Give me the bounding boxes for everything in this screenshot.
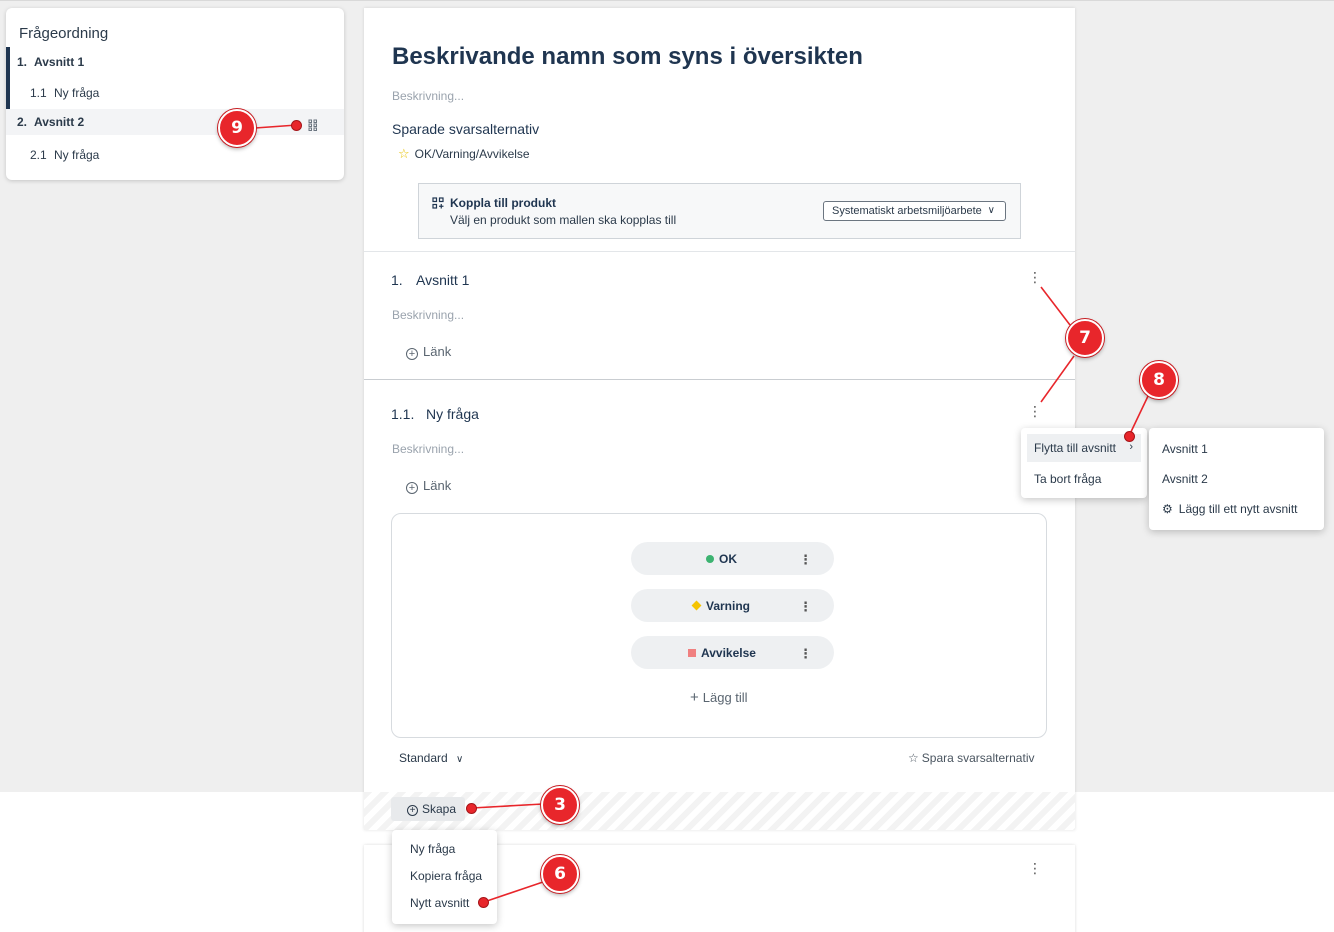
chevron-down-icon: ∨	[987, 205, 995, 216]
answer-label: OK	[719, 552, 737, 566]
question-add-link-button[interactable]: + Länk	[406, 478, 451, 494]
answer-options-box: OK ⋮ Varning ⋮ Avvikelse ⋮ + Lägg till	[391, 513, 1047, 738]
question-description-field[interactable]: Beskrivning...	[392, 442, 464, 456]
create-label: Skapa	[422, 802, 457, 816]
submenu-item-section-2[interactable]: Avsnitt 2	[1162, 472, 1208, 486]
answer-type-label: Standard	[399, 751, 448, 765]
create-menu: Ny fråga Kopiera fråga Nytt avsnitt	[392, 830, 497, 924]
divider	[364, 379, 1075, 380]
drag-handle-icon[interactable]	[308, 119, 318, 131]
save-options-label: Spara svarsalternativ	[921, 751, 1035, 765]
template-editor-card: Beskrivande namn som syns i översikten B…	[364, 8, 1075, 830]
saved-option-item[interactable]: ☆ OK/Varning/Avvikelse	[398, 146, 530, 162]
sidebar-item-section-1[interactable]: 1. Avsnitt 1	[6, 47, 344, 109]
sidebar-item-num: 1.1	[30, 86, 47, 100]
plus-circle-icon: +	[406, 482, 418, 494]
more-icon[interactable]: ⋮	[799, 646, 812, 662]
menu-item-new-section[interactable]: Nytt avsnitt	[410, 896, 469, 910]
sidebar-item-label: Ny fråga	[54, 86, 100, 100]
more-icon[interactable]: ⋮	[799, 599, 812, 615]
answer-option-avvikelse[interactable]: Avvikelse ⋮	[631, 636, 834, 669]
question-order-panel: Frågeordning 1. Avsnitt 1 1.1 Ny fråga 2…	[6, 8, 344, 180]
more-icon[interactable]: ⋮	[799, 552, 812, 568]
add-answer-button[interactable]: + Lägg till	[690, 689, 748, 706]
section-title[interactable]: Avsnitt 1	[416, 272, 469, 288]
answer-type-dropdown[interactable]: Standard ∨	[399, 751, 463, 765]
section-add-link-button[interactable]: + Länk	[406, 344, 451, 360]
answer-label: Avvikelse	[701, 646, 756, 660]
plus-icon: +	[690, 689, 699, 706]
answer-option-ok[interactable]: OK ⋮	[631, 542, 834, 575]
star-icon: ☆	[398, 146, 410, 161]
saved-options-title: Sparade svarsalternativ	[392, 121, 540, 137]
menu-item-copy-question[interactable]: Kopiera fråga	[410, 869, 482, 883]
chevron-right-icon: ›	[1129, 441, 1133, 453]
submenu-item-label: Lägg till ett nytt avsnitt	[1178, 502, 1298, 516]
submenu-item-add-section[interactable]: ⚙ Lägg till ett nytt avsnitt	[1162, 502, 1298, 516]
callout-pin	[466, 803, 477, 814]
question-more-icon[interactable]	[1028, 405, 1040, 419]
create-button[interactable]: + Skapa	[391, 797, 465, 821]
callout-badge: 6	[541, 855, 579, 893]
plus-circle-icon: +	[406, 348, 418, 360]
sidebar-item-num: 1.	[17, 55, 28, 69]
sidebar-item-num: 2.1	[30, 148, 47, 162]
plus-circle-icon: +	[407, 805, 418, 816]
product-select-value: Systematiskt arbetsmiljöarbete	[832, 205, 982, 217]
product-link-box: Koppla till produkt Välj en produkt som …	[418, 183, 1021, 239]
menu-item-label: Flytta till avsnitt	[1034, 441, 1117, 455]
product-select[interactable]: Systematiskt arbetsmiljöarbete ∨	[823, 201, 1006, 221]
callout-pin	[478, 897, 489, 908]
question-number: 1.1.	[391, 406, 415, 422]
answer-option-varning[interactable]: Varning ⋮	[631, 589, 834, 622]
divider	[364, 251, 1075, 252]
section-more-icon[interactable]	[1028, 862, 1040, 876]
link-label: Länk	[423, 344, 452, 359]
section-more-icon[interactable]	[1028, 271, 1040, 285]
callout-badge: 7	[1066, 319, 1104, 357]
chevron-down-icon: ∨	[456, 754, 464, 765]
callout-badge: 8	[1140, 361, 1178, 399]
sidebar-item-question-1-1[interactable]: 1.1 Ny fråga	[6, 78, 344, 109]
green-circle-icon	[706, 555, 714, 563]
menu-item-delete-question[interactable]: Ta bort fråga	[1034, 472, 1101, 486]
section-number: 1.	[391, 272, 403, 288]
save-answer-options-button[interactable]: ☆ Spara svarsalternativ	[908, 751, 1034, 765]
link-label: Länk	[423, 478, 452, 493]
callout-badge: 9	[218, 109, 256, 147]
gear-icon: ⚙	[1162, 502, 1173, 516]
callout-badge: 3	[541, 786, 579, 824]
yellow-diamond-icon	[691, 600, 702, 611]
callout-pin	[291, 120, 302, 131]
move-to-section-submenu: Avsnitt 1 Avsnitt 2 ⚙ Lägg till ett nytt …	[1149, 428, 1324, 530]
sidebar-item-label: Ny fråga	[54, 148, 100, 162]
apps-icon	[432, 197, 444, 209]
star-icon: ☆	[908, 751, 919, 765]
product-subtitle: Välj en produkt som mallen ska kopplas t…	[450, 213, 677, 227]
question-title[interactable]: Ny fråga	[426, 406, 479, 422]
section-description-field[interactable]: Beskrivning...	[392, 308, 464, 322]
red-square-icon	[688, 649, 696, 657]
sidebar-item-question-2-1[interactable]: 2.1 Ny fråga	[6, 140, 344, 171]
callout-pin	[1124, 431, 1135, 442]
add-answer-label: Lägg till	[702, 690, 748, 705]
description-field[interactable]: Beskrivning...	[392, 89, 464, 103]
sidebar-item-label: Avsnitt 1	[34, 55, 85, 69]
sidebar-title: Frågeordning	[19, 25, 109, 42]
menu-item-new-question[interactable]: Ny fråga	[410, 842, 455, 856]
sidebar-item-num: 2.	[17, 115, 28, 129]
submenu-item-section-1[interactable]: Avsnitt 1	[1162, 442, 1208, 456]
sidebar-item-label: Avsnitt 2	[34, 115, 85, 129]
answer-label: Varning	[706, 599, 751, 613]
product-title: Koppla till produkt	[450, 196, 556, 210]
page-title[interactable]: Beskrivande namn som syns i översikten	[392, 43, 863, 71]
saved-option-label: OK/Varning/Avvikelse	[414, 147, 530, 161]
